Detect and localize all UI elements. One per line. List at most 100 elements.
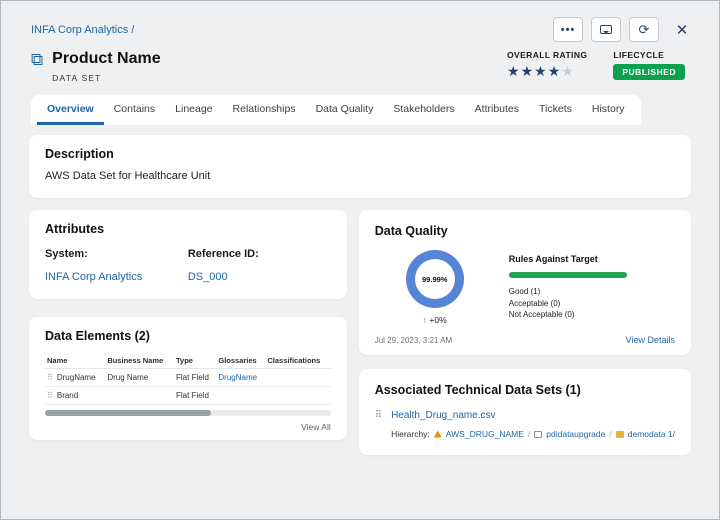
associated-datasets-title: Associated Technical Data Sets (1) <box>375 383 675 397</box>
element-business-name: Drug Name <box>105 369 174 387</box>
refresh-button[interactable]: ⟳ <box>629 17 659 42</box>
refresh-icon: ⟳ <box>639 22 650 38</box>
element-type: Flat Field <box>174 369 216 387</box>
path-separator: / <box>528 429 530 439</box>
rating-label: OVERALL RATING <box>507 50 587 60</box>
element-classification <box>265 369 330 387</box>
associated-datasets-card: Associated Technical Data Sets (1) ⠿ Hea… <box>359 369 691 455</box>
rating-stars[interactable]: ★★★★★ <box>507 64 587 78</box>
document-icon <box>534 431 542 438</box>
more-actions-button[interactable]: ••• <box>553 17 583 42</box>
ellipsis-icon: ••• <box>561 24 576 36</box>
folder-icon <box>616 431 624 438</box>
element-type: Flat Field <box>174 387 216 405</box>
hierarchy-path: Hierarchy: AWS_DRUG_NAME / pdidataupgrad… <box>391 429 675 439</box>
tab-lineage[interactable]: Lineage <box>165 95 222 125</box>
title-row: ⧉ Product Name DATA SET OVERALL RATING ★… <box>1 42 719 83</box>
tab-history[interactable]: History <box>582 95 635 125</box>
tab-attributes[interactable]: Attributes <box>465 95 529 125</box>
lifecycle-block: LIFECYCLE PUBLISHED <box>613 50 685 80</box>
description-card: Description AWS Data Set for Healthcare … <box>29 135 691 198</box>
star-icon: ★ <box>561 63 575 79</box>
overall-rating-block: OVERALL RATING ★★★★★ <box>507 50 587 80</box>
legend-acceptable: Acceptable (0) <box>509 299 675 308</box>
tab-relationships[interactable]: Relationships <box>223 95 306 125</box>
main-content: Description AWS Data Set for Healthcare … <box>1 125 719 455</box>
tab-stakeholders[interactable]: Stakeholders <box>383 95 464 125</box>
attributes-title: Attributes <box>45 222 331 236</box>
star-icon: ★ <box>534 63 548 79</box>
close-icon: ✕ <box>676 21 689 39</box>
hierarchy-link[interactable]: pdidataupgrade <box>546 429 605 439</box>
reference-id-label: Reference ID: <box>188 248 331 260</box>
asset-type-label: DATA SET <box>52 73 160 83</box>
description-text: AWS Data Set for Healthcare Unit <box>45 170 675 182</box>
element-classification <box>265 387 330 405</box>
page-title: Product Name <box>52 50 160 68</box>
tab-contains[interactable]: Contains <box>104 95 165 125</box>
hierarchy-link[interactable]: demodata 1/ <box>628 429 675 439</box>
column-header-glossaries[interactable]: Glossaries <box>216 353 265 369</box>
column-header-type[interactable]: Type <box>174 353 216 369</box>
legend-not-acceptable: Not Acceptable (0) <box>509 310 675 319</box>
dataset-file-link[interactable]: Health_Drug_name.csv <box>391 410 675 421</box>
quality-score-value: 99.99% <box>422 275 447 284</box>
comments-button[interactable] <box>591 17 621 42</box>
data-elements-table: Name Business Name Type Glossaries Class… <box>45 353 331 405</box>
star-icon: ★ <box>548 63 562 79</box>
tab-data-quality[interactable]: Data Quality <box>306 95 384 125</box>
attribute-field-reference-id: Reference ID: DS_000 <box>188 248 331 283</box>
table-row[interactable]: ⠿ DrugName Drug Name Flat Field DrugName <box>45 369 331 387</box>
trend-value: +0% <box>429 315 446 325</box>
list-item: ⠿ Health_Drug_name.csv Hierarchy: AWS_DR… <box>375 410 675 439</box>
data-quality-card: Data Quality 99.99% ↑ +0% <box>359 210 691 355</box>
data-quality-title: Data Quality <box>375 224 675 238</box>
grid-handle-icon: ⠿ <box>375 410 382 439</box>
close-button[interactable]: ✕ <box>667 17 697 42</box>
element-name[interactable]: Brand <box>57 391 78 400</box>
element-name[interactable]: DrugName <box>57 373 96 382</box>
rules-progress-bar <box>509 272 627 278</box>
star-icon: ★ <box>521 63 535 79</box>
element-glossary-link[interactable]: DrugName <box>216 369 265 387</box>
hierarchy-label: Hierarchy: <box>391 429 430 439</box>
system-value-link[interactable]: INFA Corp Analytics <box>45 271 188 283</box>
tab-tickets[interactable]: Tickets <box>529 95 582 125</box>
lifecycle-label: LIFECYCLE <box>613 50 685 60</box>
view-details-link[interactable]: View Details <box>626 335 675 345</box>
column-header-classifications[interactable]: Classifications <box>265 353 330 369</box>
column-header-name[interactable]: Name <box>45 353 105 369</box>
element-glossary-link[interactable] <box>216 387 265 405</box>
horizontal-scrollbar[interactable] <box>45 410 331 416</box>
view-all-link[interactable]: View All <box>45 422 331 432</box>
dataset-icon: ⧉ <box>31 50 43 83</box>
quality-score-donut: 99.99% <box>406 250 464 308</box>
data-elements-title: Data Elements (2) <box>45 329 331 343</box>
scrollbar-thumb[interactable] <box>45 410 211 416</box>
lifecycle-status-badge: PUBLISHED <box>613 64 685 80</box>
drag-handle-icon[interactable]: ⠿ <box>47 391 53 400</box>
path-separator: / <box>609 429 611 439</box>
tab-overview[interactable]: Overview <box>37 95 104 125</box>
aws-source-icon <box>434 431 442 438</box>
reference-id-value-link[interactable]: DS_000 <box>188 271 331 283</box>
tab-bar: Overview Contains Lineage Relationships … <box>31 95 641 125</box>
table-row[interactable]: ⠿ Brand Flat Field <box>45 387 331 405</box>
comment-bubble-icon <box>600 25 612 34</box>
quality-timestamp: Jul 29, 2023, 3:21 AM <box>375 336 452 345</box>
hierarchy-link[interactable]: AWS_DRUG_NAME <box>446 429 524 439</box>
quality-trend: ↑ +0% <box>423 315 447 325</box>
attributes-card: Attributes System: INFA Corp Analytics R… <box>29 210 347 299</box>
top-bar: INFA Corp Analytics / ••• ⟳ ✕ <box>1 1 719 42</box>
attribute-field-system: System: INFA Corp Analytics <box>45 248 188 283</box>
legend-good: Good (1) <box>509 287 675 296</box>
element-business-name <box>105 387 174 405</box>
drag-handle-icon[interactable]: ⠿ <box>47 373 53 382</box>
up-arrow-icon: ↑ <box>423 315 427 325</box>
breadcrumb[interactable]: INFA Corp Analytics / <box>31 24 134 36</box>
description-title: Description <box>45 147 675 161</box>
data-elements-card: Data Elements (2) Name Business Name Typ… <box>29 317 347 440</box>
column-header-business-name[interactable]: Business Name <box>105 353 174 369</box>
rules-against-target-label: Rules Against Target <box>509 254 675 264</box>
system-label: System: <box>45 248 188 260</box>
